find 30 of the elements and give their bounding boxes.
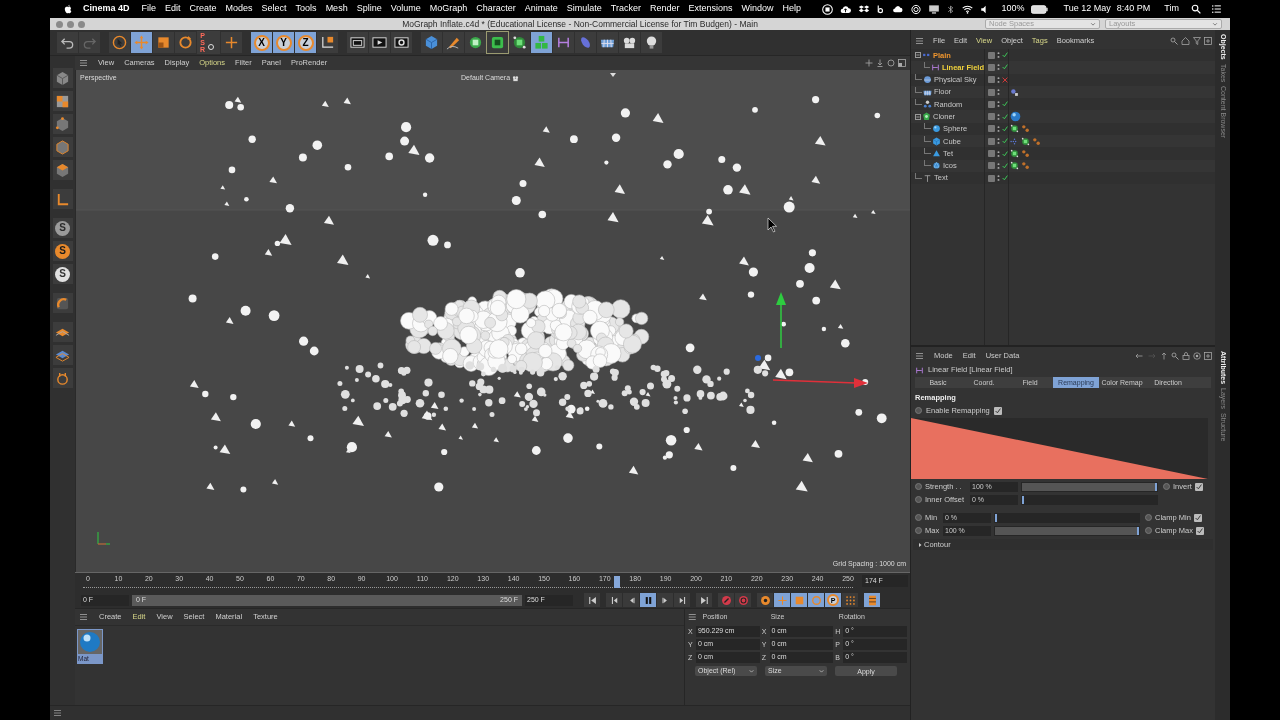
snap-button[interactable]: S	[52, 241, 73, 261]
axis-lock-button[interactable]: Z	[295, 32, 316, 53]
axis-lock-button[interactable]: X	[251, 32, 272, 53]
snap-button[interactable]: S	[52, 264, 73, 284]
battery-percentage: 100%	[1001, 2, 1025, 16]
app-menu[interactable]: Cinema 4D	[83, 2, 130, 16]
menu-item[interactable]: Tracker	[610, 2, 641, 16]
menu-item[interactable]: Select	[261, 2, 287, 16]
menu-item[interactable]: Extensions	[688, 2, 733, 16]
date-text[interactable]: Tue 12 May	[1063, 2, 1111, 16]
menu-item[interactable]: Edit	[165, 2, 181, 16]
user-name[interactable]: Tim	[1164, 2, 1179, 16]
menu-item[interactable]: Tools	[295, 2, 317, 16]
axis-lock-button[interactable]: Y	[273, 32, 294, 53]
menu-item[interactable]: Create	[189, 2, 217, 16]
menu-item[interactable]: Volume	[390, 2, 421, 16]
menu-item[interactable]: File	[141, 2, 157, 16]
menu-item[interactable]: Window	[741, 2, 774, 16]
snap-button[interactable]: S	[52, 218, 73, 238]
time-text[interactable]: 8:40 PM	[1116, 2, 1151, 16]
window-title: MoGraph Inflate.c4d * (Educational License - Non-Commercial License for Tim Budgen) - Main	[402, 19, 758, 29]
menu-item[interactable]: Animate	[524, 2, 558, 16]
menu-item[interactable]: Mesh	[325, 2, 348, 16]
menu-item[interactable]: MoGraph	[429, 2, 468, 16]
menu-item[interactable]: Simulate	[566, 2, 602, 16]
menu-item[interactable]: Modes	[225, 2, 253, 16]
menu-item[interactable]: Character	[476, 2, 516, 16]
menu-item[interactable]: Render	[649, 2, 680, 16]
menu-item[interactable]: Help	[782, 2, 802, 16]
menu-item[interactable]: Spline	[356, 2, 382, 16]
